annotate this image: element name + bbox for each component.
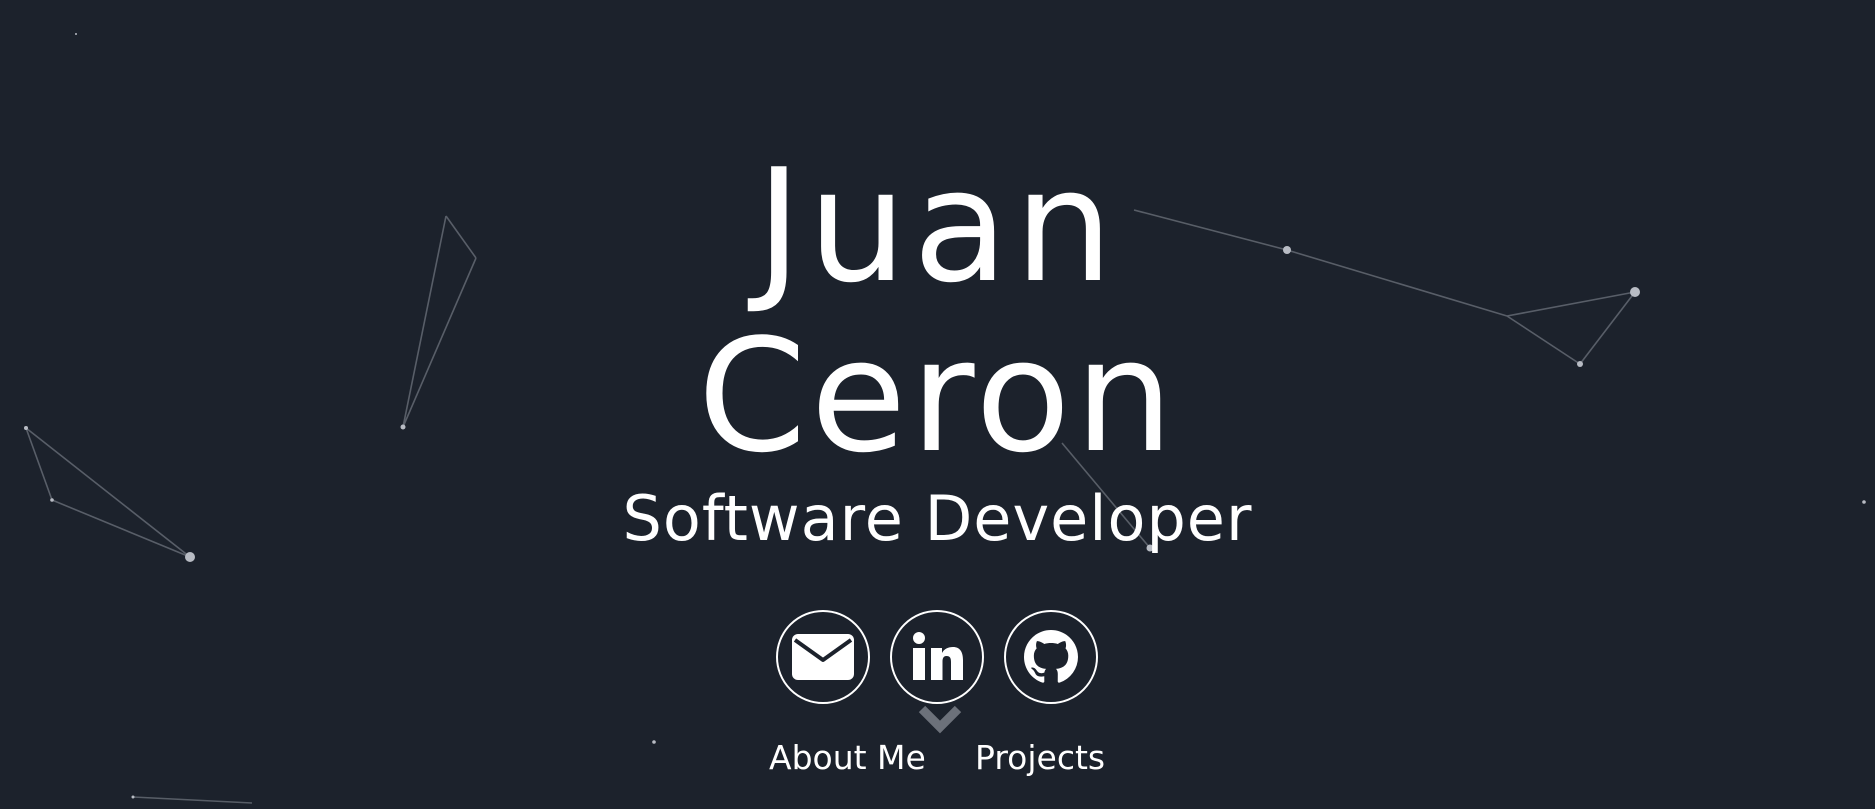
github-link-button[interactable]	[1004, 610, 1098, 704]
linkedin-link-button[interactable]	[890, 610, 984, 704]
github-icon	[1024, 630, 1078, 683]
envelope-icon	[792, 634, 854, 680]
name-last-line: Ceron	[697, 305, 1178, 487]
nav-projects-link[interactable]: Projects	[975, 738, 1105, 778]
name-first-line: Juan	[755, 135, 1120, 317]
email-link-button[interactable]	[776, 610, 870, 704]
social-links	[775, 610, 1105, 710]
nav-about-me-link[interactable]: About Me	[769, 738, 926, 778]
linkedin-icon	[913, 632, 963, 680]
section-nav: About Me Projects	[0, 738, 1875, 782]
hero-section: Juan Ceron Software Developer About Me P…	[0, 0, 1875, 809]
job-title: Software Developer	[622, 482, 1253, 555]
chevron-down-icon[interactable]	[916, 703, 964, 737]
